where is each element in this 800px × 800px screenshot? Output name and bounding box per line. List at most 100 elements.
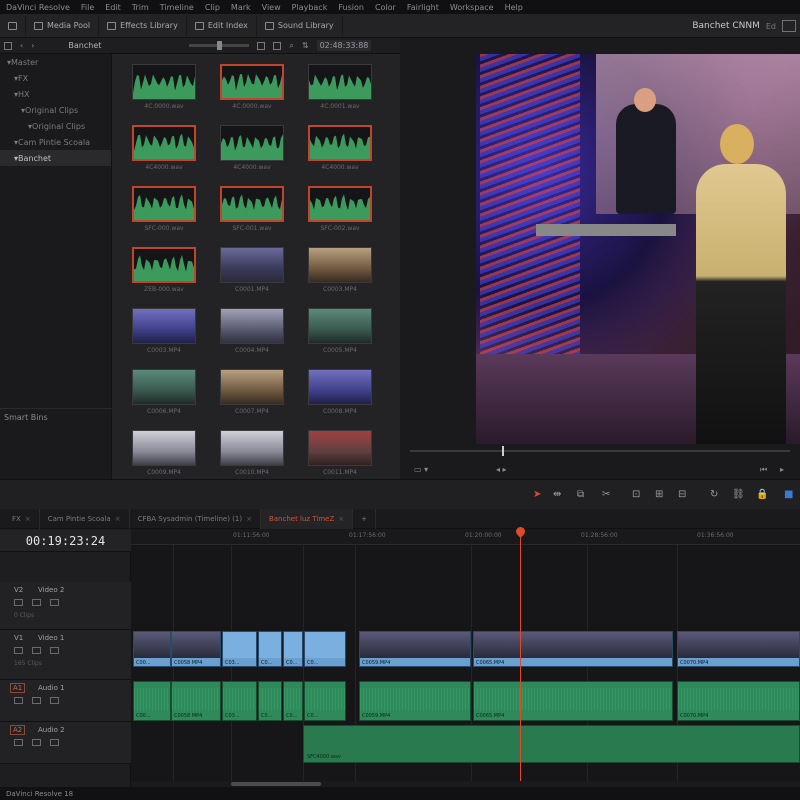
- enable-track-icon[interactable]: [32, 599, 41, 606]
- scrubber-head[interactable]: [502, 446, 504, 456]
- video-clip[interactable]: C0070.MP4: [677, 631, 800, 667]
- auto-select-icon[interactable]: [50, 599, 59, 606]
- media-clip[interactable]: 4C4000.wav: [132, 125, 196, 171]
- menu-item[interactable]: Clip: [205, 3, 220, 12]
- video-clip[interactable]: C0...: [304, 631, 346, 667]
- bin-item[interactable]: ▾ FX: [0, 70, 111, 86]
- lock-track-icon[interactable]: [14, 697, 23, 704]
- replace-clip-icon[interactable]: ⊟: [678, 489, 686, 500]
- video-clip[interactable]: C0...: [283, 631, 303, 667]
- media-clip[interactable]: SFC-002.wav: [308, 186, 372, 232]
- enable-track-icon[interactable]: [32, 647, 41, 654]
- sound-library-button[interactable]: Sound Library: [257, 15, 343, 36]
- grid-view-icon[interactable]: [257, 41, 266, 50]
- menu-item[interactable]: Help: [505, 3, 523, 12]
- media-clip[interactable]: 4C4000.wav: [308, 125, 372, 171]
- media-clip[interactable]: 4C4000.wav: [220, 125, 284, 171]
- menu-item[interactable]: View: [262, 3, 281, 12]
- video-clip[interactable]: C0058 MP4: [171, 631, 221, 667]
- bin-item[interactable]: ▾ Cam Pintie Scoala: [0, 134, 111, 150]
- track-header-v1[interactable]: V1 Video 1 165 Clips: [0, 630, 131, 680]
- enable-track-icon[interactable]: [32, 697, 41, 704]
- menu-item[interactable]: Mark: [231, 3, 251, 12]
- track-header-a1[interactable]: A1 Audio 1: [0, 680, 131, 722]
- bin-item[interactable]: ▾ Original Clips: [0, 102, 111, 118]
- close-tab-icon[interactable]: ×: [246, 515, 252, 523]
- bin-item[interactable]: ▾ HX: [0, 86, 111, 102]
- viewer-options-icon[interactable]: ▭ ▾: [414, 465, 428, 474]
- sort-icon[interactable]: ⇅: [302, 41, 309, 50]
- close-tab-icon[interactable]: ×: [338, 515, 344, 523]
- audio-clip[interactable]: C0...: [304, 681, 346, 721]
- video-clip[interactable]: C03...: [222, 631, 257, 667]
- auto-select-icon[interactable]: [50, 647, 59, 654]
- playhead[interactable]: [520, 529, 521, 795]
- timeline-tab[interactable]: CFBA Sysadmin (Timeline) (1) ×: [130, 508, 261, 529]
- bin-item[interactable]: ▾ Banchet: [0, 150, 111, 166]
- media-clip[interactable]: ZEB-000.wav: [132, 247, 196, 293]
- media-clip[interactable]: 4C.0001.wav: [308, 64, 372, 110]
- audio-clip[interactable]: C0...: [258, 681, 282, 721]
- blade-tool-icon[interactable]: ✂: [602, 489, 610, 500]
- audio-clip[interactable]: C03...: [222, 681, 257, 721]
- auto-select-icon[interactable]: [50, 739, 59, 746]
- forward-arrow-icon[interactable]: ›: [31, 41, 34, 50]
- enable-track-icon[interactable]: [32, 739, 41, 746]
- media-clip[interactable]: SFC-001.wav: [220, 186, 284, 232]
- overwrite-clip-icon[interactable]: ⊞: [655, 489, 663, 500]
- timeline-tab[interactable]: Banchet luz TimeZ ×: [260, 508, 354, 529]
- audio-clip[interactable]: C0070.MP4: [677, 681, 800, 721]
- bin-item[interactable]: ▾ Original Clips: [0, 118, 111, 134]
- media-clip[interactable]: C0004.MP4: [220, 308, 284, 354]
- menu-item[interactable]: Edit: [105, 3, 121, 12]
- audio-clip[interactable]: C00...: [133, 681, 171, 721]
- list-view-icon[interactable]: [4, 41, 12, 50]
- menu-item[interactable]: Workspace: [450, 3, 494, 12]
- media-clip[interactable]: C0010.MP4: [220, 430, 284, 476]
- edit-index-button[interactable]: Edit Index: [187, 15, 257, 36]
- timeline-ruler[interactable]: 01:11:56:00 01:17:56:00 01:20:00:00 01:28:5…: [131, 529, 800, 545]
- lock-track-icon[interactable]: [14, 647, 23, 654]
- timeline-tab[interactable]: FX ×: [4, 508, 40, 529]
- close-tab-icon[interactable]: ×: [25, 515, 31, 523]
- track-header-v2[interactable]: V2 Video 2 0 Clips: [0, 582, 131, 630]
- media-clip[interactable]: C0003.MP4: [308, 247, 372, 293]
- audio-clip[interactable]: C0...: [283, 681, 303, 721]
- snapping-icon[interactable]: ↻: [710, 489, 718, 500]
- menu-item[interactable]: File: [81, 3, 94, 12]
- media-clip[interactable]: 4C.0000.wav: [132, 64, 196, 110]
- menu-item[interactable]: Fusion: [338, 3, 364, 12]
- video-clip[interactable]: C00...: [133, 631, 171, 667]
- media-clip[interactable]: SFC-000.wav: [132, 186, 196, 232]
- audio-clip[interactable]: C0065.MP4: [473, 681, 673, 721]
- insert-clip-icon[interactable]: ⊡: [632, 489, 640, 500]
- media-clip[interactable]: C0001.MP4: [220, 247, 284, 293]
- menu-item[interactable]: Color: [375, 3, 396, 12]
- media-clip[interactable]: C0005.MP4: [308, 308, 372, 354]
- auto-select-icon[interactable]: [50, 697, 59, 704]
- thumbnail-size-slider[interactable]: [189, 41, 250, 50]
- video-clip[interactable]: C0065.MP4: [473, 631, 673, 667]
- media-clip[interactable]: C0009.MP4: [132, 430, 196, 476]
- dynamic-trim-icon[interactable]: ⧉: [577, 489, 584, 500]
- video-clip[interactable]: C0059.MP4: [359, 631, 471, 667]
- add-timeline-icon[interactable]: +: [353, 508, 376, 529]
- list-mode-icon[interactable]: [273, 41, 282, 50]
- play-controls[interactable]: ◂ ▸: [496, 465, 507, 474]
- menu-item[interactable]: Fairlight: [407, 3, 439, 12]
- play-icon[interactable]: ▸: [780, 465, 784, 474]
- skip-back-icon[interactable]: ⏮: [760, 465, 767, 475]
- link-icon[interactable]: ⛓: [732, 489, 745, 500]
- timeline-tab[interactable]: Cam Pintie Scoala ×: [40, 508, 130, 529]
- bin-item[interactable]: ▾ Master: [0, 54, 111, 70]
- flag-icon[interactable]: ■: [784, 489, 793, 500]
- trim-tool-icon[interactable]: ⇹: [553, 489, 561, 500]
- scrollbar-thumb[interactable]: [231, 782, 321, 786]
- media-clip[interactable]: C0007.MP4: [220, 369, 284, 415]
- media-clip[interactable]: C0006.MP4: [132, 369, 196, 415]
- viewer-scrubber[interactable]: [410, 446, 790, 456]
- menu-item[interactable]: Playback: [292, 3, 328, 12]
- menu-item[interactable]: DaVinci Resolve: [6, 3, 70, 12]
- track-header-a2[interactable]: A2 Audio 2: [0, 722, 131, 764]
- audio-clip[interactable]: C0058 MP4: [171, 681, 221, 721]
